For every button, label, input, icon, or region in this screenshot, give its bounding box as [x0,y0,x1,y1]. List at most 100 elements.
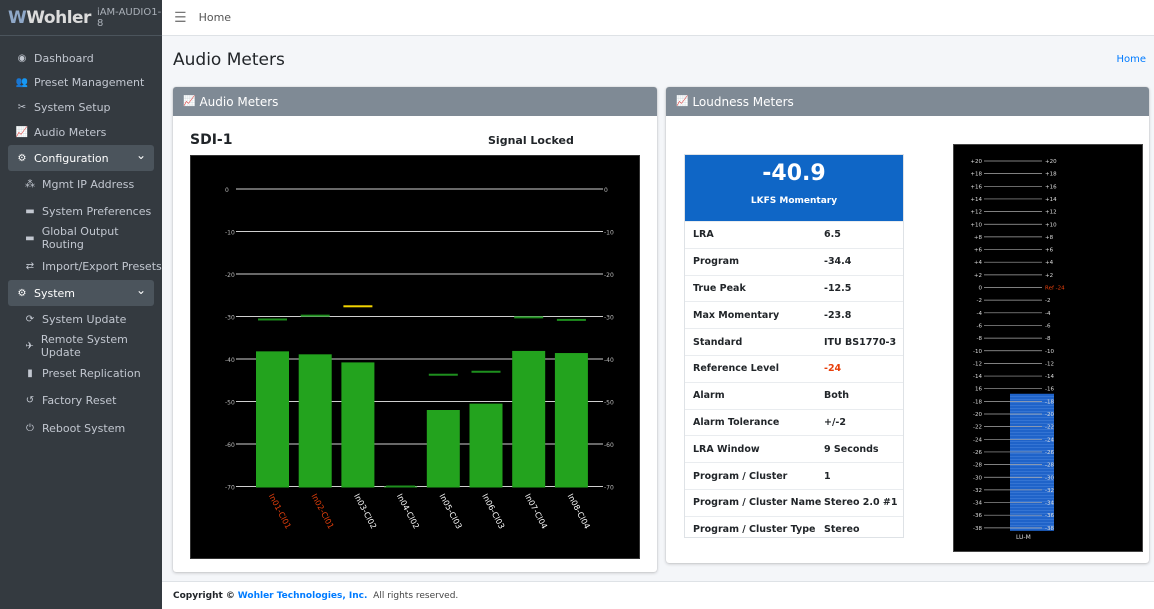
loudness-stats: -40.9 LKFS Momentary LRA 6.5 Program -34.4 T… [684,154,904,538]
lu-meter-panel: +20 +20 +18 +18 +16 +16 +14 +14 +12 +12 +10 +10 +8 +8… [953,144,1143,552]
sidebar-item-system[interactable]: ⚙ System ⌄ [8,280,154,306]
lu-tick-left: -38 [973,526,982,532]
scale-label-right: 0 [604,187,608,194]
loudness-row-key: Program / Cluster Name [693,497,822,509]
loudness-row-value: +/-2 [824,416,846,428]
footer-rights: All rights reserved. [373,590,459,601]
lu-tick-left: -8 [977,336,983,342]
brand[interactable]: WWohler iAM-AUDIO1-8 [0,0,162,36]
scale-label-left: -30 [225,315,235,322]
scale-label-left: -20 [225,272,235,279]
lu-tick-right: -24 [1045,437,1054,443]
cogs-icon: ⚙ [17,287,27,299]
lu-tick-right: -18 [1045,399,1054,405]
channel-label: In03-Cl02 [352,492,378,530]
hamburger-icon[interactable]: ☰ [174,10,187,26]
sidebar-item-dashboard[interactable]: ◉ Dashboard [0,45,162,71]
lu-tick-left: +10 [970,222,982,228]
network-icon: ⁂ [25,178,35,190]
sidebar-item-preset-replication[interactable]: ▮ Preset Replication [0,360,162,386]
scale-label-left: 0 [225,187,229,194]
main-content: Audio Meters Home 📈 Audio Meters SDI-1 S… [162,36,1154,581]
lu-tick-left: +20 [970,159,982,165]
lu-tick-right: -28 [1045,463,1054,469]
breadcrumb-home[interactable]: Home [1116,54,1146,65]
sidebar-item-system-preferences[interactable]: ▬ System Preferences [0,198,162,224]
channel-bar [554,353,588,488]
channel-peak [556,318,586,321]
scale-label-right: -40 [604,357,614,364]
sidebar-item-preset-management[interactable]: 👥 Preset Management [0,69,162,95]
sidebar-item-remote-system-update[interactable]: ✈ Remote System Update [0,333,162,359]
loudness-row-value: Both [824,390,850,402]
channel-bar [256,351,289,488]
scale-label-right: -70 [604,485,614,492]
lu-tick-right: Ref -24 [1045,286,1065,292]
lu-tick-left: -18 [973,399,982,405]
lu-tick-right: -12 [1045,361,1054,367]
copy-icon: ▮ [27,367,33,379]
loudness-row: Reference Level -24 [685,354,903,382]
loudness-row: Program / Cluster Name Stereo 2.0 #1 [685,488,903,516]
brand-model: iAM-AUDIO1-8 [96,6,162,29]
sidebar-item-label: Configuration [34,151,109,165]
loudness-table: LRA 6.5 Program -34.4 True Peak -12.5 Max Mome… [685,221,903,543]
channel-peak [471,370,501,373]
lu-tick-right: +4 [1045,260,1054,266]
scale-label-right: -30 [604,315,614,322]
keyboard-icon: ▬ [25,232,35,244]
lu-tick-left: -12 [973,361,982,367]
loudness-row-value: Stereo 2.0 #1 [824,497,898,509]
keyboard-icon: ▬ [25,205,35,217]
channel-bar [426,410,460,488]
chevron-down-icon: ⌄ [135,148,146,162]
loudness-row-key: Program [693,256,739,268]
lu-tick-left: -34 [973,501,982,507]
scale-label-left: -10 [225,230,235,237]
sidebar-item-mgmt-ip-address[interactable]: ⁂ Mgmt IP Address [0,171,162,197]
sidebar-item-factory-reset[interactable]: ↺ Factory Reset [0,387,162,413]
channel-label: In06-Cl03 [480,492,506,530]
loudness-row-value: 9 Seconds [824,443,879,455]
sidebar-item-system-update[interactable]: ⟳ System Update [0,306,162,332]
sidebar-item-reboot-system[interactable]: ⏻ Reboot System [0,415,162,441]
lu-tick-right: +8 [1045,235,1054,241]
lu-tick-left: -30 [973,475,982,481]
topbar-home-link[interactable]: Home [199,11,231,24]
lu-meter-label: LU-M [1016,534,1031,541]
sidebar-item-audio-meters[interactable]: 📈 Audio Meters [0,119,162,145]
sdi-source-label: SDI-1 [190,132,233,148]
lu-tick-right: +20 [1045,159,1057,165]
undo-icon: ↺ [25,394,35,406]
channel-label: In07-Cl04 [523,492,549,530]
loudness-row: Max Momentary -23.8 [685,301,903,328]
lu-tick-left: -14 [973,374,982,380]
scale-label-left: -40 [225,357,235,364]
chevron-down-icon: ⌄ [135,283,146,297]
lu-tick-left: -4 [977,311,983,317]
channel-peak [386,485,416,488]
sidebar-item-configuration[interactable]: ⚙ Configuration ⌄ [8,145,154,171]
loudness-row-value: 1 [824,470,831,482]
lu-tick-left: -22 [973,425,982,431]
lkfs-value: -40.9 [762,161,826,186]
sidebar-item-system-setup[interactable]: ✂ System Setup [0,94,162,120]
channel-peak [300,314,330,317]
scale-label-right: -60 [604,442,614,449]
scale-label-left: -50 [225,400,235,407]
lu-tick-left: -20 [973,412,982,418]
loudness-row: Program / Cluster Type Stereo [685,515,903,543]
loudness-row-value: -23.8 [824,309,852,321]
sidebar-item-global-output-routing[interactable]: ▬ Global Output Routing [0,225,162,251]
chart-icon: 📈 [183,96,196,107]
loudness-row: Standard ITU BS1770-3 [685,328,903,355]
scale-label-right: -10 [604,230,614,237]
footer-company-link[interactable]: Wohler Technologies, Inc. [238,591,368,601]
sidebar-item-import-export-presets[interactable]: ⇄ Import/Export Presets [0,253,162,279]
dashboard-icon: ◉ [17,52,27,64]
lu-tick-left: -26 [973,450,982,456]
lu-tick-left: -24 [973,437,982,443]
satellite-icon: ✈ [25,340,34,352]
lu-tick-left: -6 [977,323,983,329]
channel-label: In01-Cl01 [267,492,293,530]
